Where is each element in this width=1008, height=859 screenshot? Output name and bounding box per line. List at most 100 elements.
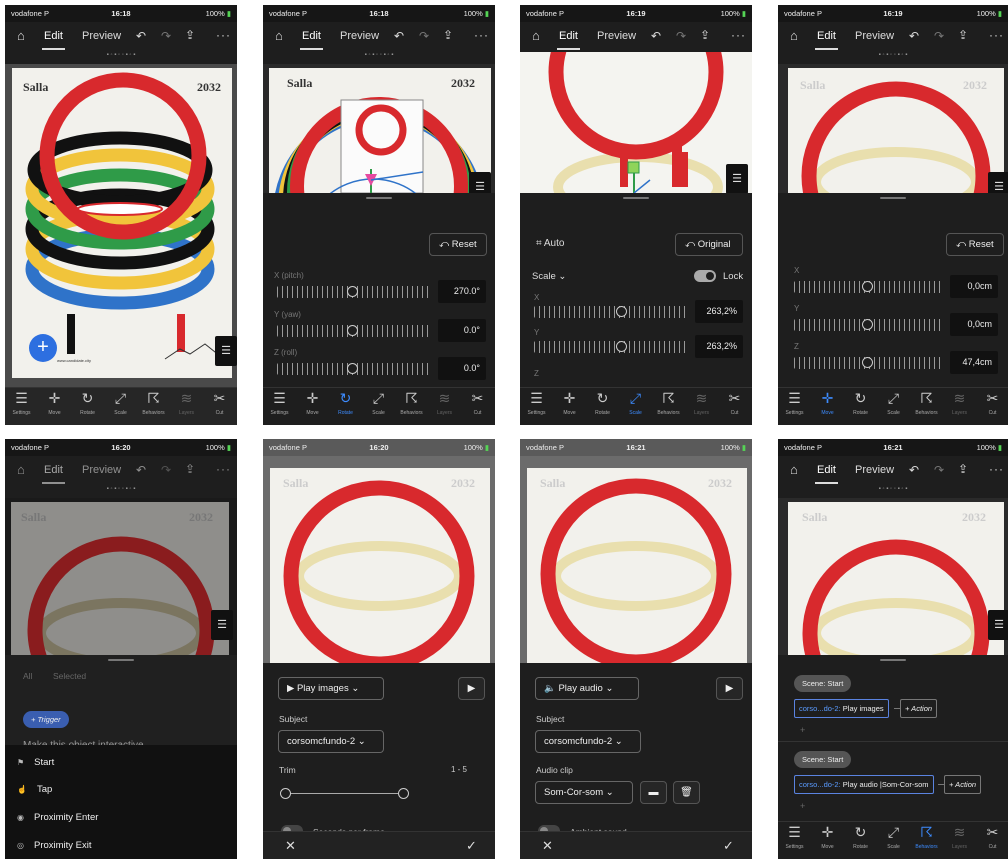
object-list-icon[interactable]: ☰ bbox=[211, 610, 233, 640]
scene-start-trigger[interactable]: Scene: Start bbox=[794, 751, 852, 768]
tab-layers[interactable]: ≋ Layers bbox=[945, 390, 974, 416]
add-behavior-plus[interactable]: + bbox=[800, 725, 805, 735]
redo-icon[interactable]: ↷ bbox=[161, 463, 171, 477]
more-icon[interactable]: ··· bbox=[731, 28, 746, 42]
tab-rotate[interactable]: ↻ Rotate bbox=[588, 390, 617, 416]
ar-stage[interactable]: Salla 2032 bbox=[520, 456, 752, 663]
undo-icon[interactable]: ↶ bbox=[136, 29, 146, 43]
slider-knob[interactable] bbox=[862, 357, 873, 368]
filter-all[interactable]: All bbox=[23, 671, 32, 681]
subject-dropdown[interactable]: corsomcfundo-2 ⌄ bbox=[278, 730, 384, 753]
play-preview-button[interactable]: ▶ bbox=[716, 677, 743, 700]
tab-settings[interactable]: ☰ Settings bbox=[780, 390, 809, 416]
ar-stage[interactable]: Salla 2032 ☰ bbox=[778, 498, 1008, 655]
y-yaw-slider[interactable] bbox=[277, 325, 431, 337]
more-icon[interactable]: ··· bbox=[216, 462, 231, 476]
panel-grip[interactable] bbox=[623, 197, 649, 199]
home-icon[interactable]: ⌂ bbox=[790, 462, 798, 477]
tab-behaviors[interactable]: ☈ Behaviors bbox=[397, 390, 426, 416]
add-behavior-plus[interactable]: + bbox=[800, 801, 805, 811]
object-list-icon[interactable]: ☰ bbox=[215, 336, 237, 366]
tab-preview[interactable]: Preview bbox=[340, 30, 379, 42]
scale-y-slider[interactable] bbox=[534, 341, 688, 353]
play-preview-button[interactable]: ▶ bbox=[458, 677, 485, 700]
tab-scale[interactable]: ⤢ Scale bbox=[364, 390, 393, 416]
tab-cut[interactable]: ✂ Cut bbox=[978, 390, 1007, 416]
home-icon[interactable]: ⌂ bbox=[275, 28, 283, 43]
panel-grip[interactable] bbox=[366, 197, 392, 199]
tab-cut[interactable]: ✂ Cut bbox=[463, 390, 492, 416]
home-icon[interactable]: ⌂ bbox=[532, 28, 540, 43]
tab-edit[interactable]: Edit bbox=[300, 30, 323, 50]
tab-move[interactable]: ✛ Move bbox=[813, 390, 842, 416]
slider-knob[interactable] bbox=[616, 341, 627, 352]
tab-edit[interactable]: Edit bbox=[815, 464, 838, 484]
undo-icon[interactable]: ↶ bbox=[651, 29, 661, 43]
object-list-icon[interactable]: ☰ bbox=[726, 164, 748, 193]
tab-settings[interactable]: ☰ Settings bbox=[7, 390, 36, 416]
lock-toggle[interactable] bbox=[694, 270, 716, 282]
scale-x-value[interactable]: 263,2% bbox=[695, 300, 743, 323]
tab-settings[interactable]: ☰ Settings bbox=[522, 390, 551, 416]
share-icon[interactable]: ⇪ bbox=[958, 28, 968, 42]
tab-layers[interactable]: ≋ Layers bbox=[172, 390, 201, 416]
tab-behaviors[interactable]: ☈ Behaviors bbox=[139, 390, 168, 416]
share-icon[interactable]: ⇪ bbox=[958, 462, 968, 476]
tab-settings[interactable]: ☰ Settings bbox=[780, 824, 809, 850]
home-icon[interactable]: ⌂ bbox=[17, 462, 25, 477]
tab-scale[interactable]: ⤢ Scale bbox=[879, 390, 908, 416]
tab-preview[interactable]: Preview bbox=[597, 30, 636, 42]
add-action-button[interactable]: + Action bbox=[944, 775, 982, 794]
subject-dropdown[interactable]: corsomcfundo-2 ⌄ bbox=[535, 730, 641, 753]
action-play-audio[interactable]: corso...do-2: Play audio |Som-Cor-som bbox=[794, 775, 934, 794]
more-icon[interactable]: ··· bbox=[989, 462, 1004, 476]
tab-move[interactable]: ✛ Move bbox=[813, 824, 842, 850]
z-roll-slider[interactable] bbox=[277, 363, 431, 375]
tab-edit[interactable]: Edit bbox=[557, 30, 580, 50]
more-icon[interactable]: ··· bbox=[989, 28, 1004, 42]
tab-edit[interactable]: Edit bbox=[42, 30, 65, 50]
add-action-button[interactable]: + Action bbox=[900, 699, 938, 718]
tab-move[interactable]: ✛ Move bbox=[298, 390, 327, 416]
tab-layers[interactable]: ≋ Layers bbox=[430, 390, 459, 416]
share-icon[interactable]: ⇪ bbox=[185, 462, 195, 476]
action-type-dropdown[interactable]: ▶ Play images ⌄ bbox=[278, 677, 384, 700]
tab-edit[interactable]: Edit bbox=[815, 30, 838, 50]
tab-behaviors[interactable]: ☈ Behaviors bbox=[912, 390, 941, 416]
tab-move[interactable]: ✛ Move bbox=[555, 390, 584, 416]
undo-icon[interactable]: ↶ bbox=[394, 29, 404, 43]
move-y-slider[interactable] bbox=[794, 319, 942, 331]
trigger-proximity-exit[interactable]: ◎ Proximity Exit bbox=[17, 840, 92, 851]
reset-button[interactable]: ⤺ Reset bbox=[946, 233, 1004, 256]
home-icon[interactable]: ⌂ bbox=[790, 28, 798, 43]
tab-scale[interactable]: ⤢ Scale bbox=[106, 390, 135, 416]
object-list-icon[interactable]: ☰ bbox=[988, 172, 1008, 193]
share-icon[interactable]: ⇪ bbox=[700, 28, 710, 42]
auto-button[interactable]: ⌗ Auto bbox=[536, 238, 564, 249]
folder-icon[interactable]: ▬ bbox=[640, 781, 667, 804]
add-object-button[interactable]: + bbox=[29, 334, 57, 362]
move-z-value[interactable]: 47,4cm bbox=[950, 351, 998, 374]
ar-stage[interactable]: ☰ bbox=[520, 52, 752, 193]
audio-clip-dropdown[interactable]: Som-Cor-som ⌄ bbox=[535, 781, 633, 804]
undo-icon[interactable]: ↶ bbox=[909, 463, 919, 477]
trim-end-handle[interactable] bbox=[398, 788, 409, 799]
move-x-slider[interactable] bbox=[794, 281, 942, 293]
ar-stage[interactable]: Salla 2032 ☰ bbox=[263, 64, 495, 193]
panel-grip[interactable] bbox=[880, 659, 906, 661]
scene-start-trigger[interactable]: Scene: Start bbox=[794, 675, 852, 692]
cancel-button[interactable]: ✕ bbox=[542, 838, 553, 854]
slider-knob[interactable] bbox=[347, 363, 358, 374]
tab-behaviors[interactable]: ☈ Behaviors bbox=[654, 390, 683, 416]
redo-icon[interactable]: ↷ bbox=[419, 29, 429, 43]
action-play-images[interactable]: corso...do-2: Play images bbox=[794, 699, 889, 718]
x-pitch-slider[interactable] bbox=[277, 286, 431, 298]
redo-icon[interactable]: ↷ bbox=[676, 29, 686, 43]
reset-button[interactable]: ⤺ Reset bbox=[429, 233, 487, 256]
z-roll-value[interactable]: 0.0° bbox=[438, 357, 486, 380]
undo-icon[interactable]: ↶ bbox=[136, 463, 146, 477]
tab-rotate[interactable]: ↻ Rotate bbox=[73, 390, 102, 416]
tab-preview[interactable]: Preview bbox=[82, 464, 121, 476]
original-button[interactable]: ⤺ Original bbox=[675, 233, 743, 256]
move-y-value[interactable]: 0,0cm bbox=[950, 313, 998, 336]
